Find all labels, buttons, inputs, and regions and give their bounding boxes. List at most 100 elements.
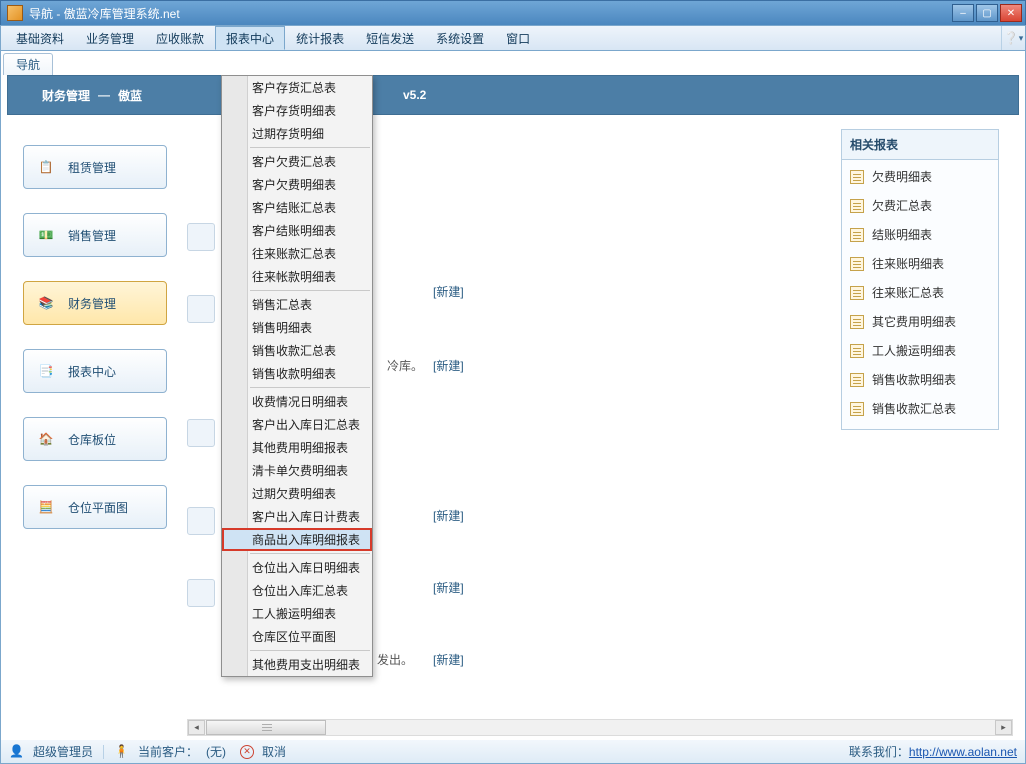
dropdown-item[interactable]: 仓位出入库日明细表 [222, 556, 372, 579]
nav-label: 销售管理 [68, 227, 116, 244]
tabstrip: 导航 [0, 51, 1026, 75]
new-link[interactable]: [新建] [433, 357, 464, 374]
window-title: 导航 - 傲蓝冷库管理系统.net [29, 5, 952, 22]
dropdown-item[interactable]: 收费情况日明细表 [222, 390, 372, 413]
dropdown-item[interactable]: 客户出入库日计费表 [222, 505, 372, 528]
clipboard-icon: 📋 [34, 155, 58, 179]
nav-floor-plan[interactable]: 🧮仓位平面图 [23, 485, 167, 529]
document-icon [850, 315, 864, 329]
nav-finance-mgmt[interactable]: 📚财务管理 [23, 281, 167, 325]
scroll-right-button[interactable]: ▸ [995, 720, 1012, 735]
dropdown-item[interactable]: 工人搬运明细表 [222, 602, 372, 625]
dropdown-separator [250, 650, 370, 651]
dropdown-item[interactable]: 仓库区位平面图 [222, 625, 372, 648]
document-icon [850, 402, 864, 416]
row-icon [187, 295, 215, 323]
related-report-label: 往来账汇总表 [872, 284, 944, 301]
dropdown-item[interactable]: 过期存货明细 [222, 122, 372, 145]
related-report-item[interactable]: 工人搬运明细表 [850, 342, 990, 359]
nav-rental-mgmt[interactable]: 📋 租赁管理 [23, 145, 167, 189]
grid-icon: 🧮 [34, 495, 58, 519]
new-link[interactable]: [新建] [433, 283, 464, 300]
row-icon [187, 507, 215, 535]
menu-sms[interactable]: 短信发送 [355, 26, 425, 50]
cancel-icon[interactable]: ✕ [240, 745, 254, 759]
row-icon [187, 223, 215, 251]
contact-area: 联系我们：http://www.aolan.net [849, 743, 1017, 760]
document-icon [850, 373, 864, 387]
dropdown-item[interactable]: 销售汇总表 [222, 293, 372, 316]
new-link[interactable]: [新建] [433, 651, 464, 668]
nav-warehouse-slot[interactable]: 🏠仓库板位 [23, 417, 167, 461]
dropdown-item[interactable]: 客户欠费汇总表 [222, 150, 372, 173]
related-report-label: 工人搬运明细表 [872, 342, 956, 359]
dropdown-item[interactable]: 商品出入库明细报表 [222, 528, 372, 551]
related-report-item[interactable]: 往来账汇总表 [850, 284, 990, 301]
scroll-left-button[interactable]: ◂ [188, 720, 205, 735]
dropdown-item[interactable]: 销售收款明细表 [222, 362, 372, 385]
dropdown-item[interactable]: 其他费用明细报表 [222, 436, 372, 459]
related-reports-title: 相关报表 [842, 130, 998, 160]
dropdown-item[interactable]: 客户结账汇总表 [222, 196, 372, 219]
dropdown-item[interactable]: 仓位出入库汇总表 [222, 579, 372, 602]
nav-sales-mgmt[interactable]: 💵销售管理 [23, 213, 167, 257]
dropdown-item[interactable]: 客户存货汇总表 [222, 76, 372, 99]
menu-report-center[interactable]: 报表中心 [215, 26, 285, 50]
related-report-label: 其它费用明细表 [872, 313, 956, 330]
statusbar: 👤 超级管理员 🧍 当前客户： (无) ✕ 取消 联系我们：http://www… [0, 740, 1026, 764]
related-report-item[interactable]: 其它费用明细表 [850, 313, 990, 330]
new-link[interactable]: [新建] [433, 507, 464, 524]
related-report-item[interactable]: 销售收款汇总表 [850, 400, 990, 417]
contact-label: 联系我们： [849, 745, 909, 759]
menu-business[interactable]: 业务管理 [75, 26, 145, 50]
maximize-button[interactable]: ▢ [976, 4, 998, 22]
new-link[interactable]: [新建] [433, 579, 464, 596]
document-icon [850, 228, 864, 242]
window-buttons: – ▢ ✕ [952, 4, 1022, 22]
cancel-label[interactable]: 取消 [262, 743, 286, 760]
related-report-item[interactable]: 往来账明细表 [850, 255, 990, 272]
app-suite: 傲蓝 [118, 87, 142, 104]
nav-report-center[interactable]: 📑报表中心 [23, 349, 167, 393]
dropdown-item[interactable]: 过期欠费明细表 [222, 482, 372, 505]
dropdown-item[interactable]: 销售明细表 [222, 316, 372, 339]
dropdown-item[interactable]: 往来账款汇总表 [222, 242, 372, 265]
related-report-item[interactable]: 欠费明细表 [850, 168, 990, 185]
tab-nav[interactable]: 导航 [3, 53, 53, 75]
dropdown-separator [250, 147, 370, 148]
related-report-item[interactable]: 结账明细表 [850, 226, 990, 243]
nav-label: 报表中心 [68, 363, 116, 380]
report-dropdown: 客户存货汇总表客户存货明细表过期存货明细客户欠费汇总表客户欠费明细表客户结账汇总… [221, 75, 373, 677]
books-icon: 📚 [34, 291, 58, 315]
menu-basic-data[interactable]: 基础资料 [5, 26, 75, 50]
menu-receivables[interactable]: 应收账款 [145, 26, 215, 50]
page-title: 财务管理 [42, 87, 90, 104]
related-report-label: 往来账明细表 [872, 255, 944, 272]
dropdown-item[interactable]: 客户欠费明细表 [222, 173, 372, 196]
dropdown-item[interactable]: 往来帐款明细表 [222, 265, 372, 288]
row-text: 发出。 [377, 651, 413, 668]
menu-window[interactable]: 窗口 [495, 26, 541, 50]
menu-system-settings[interactable]: 系统设置 [425, 26, 495, 50]
dropdown-item[interactable]: 客户出入库日汇总表 [222, 413, 372, 436]
related-report-label: 欠费明细表 [872, 168, 932, 185]
dropdown-item[interactable]: 客户存货明细表 [222, 99, 372, 122]
horizontal-scrollbar[interactable]: ◂ ▸ [187, 719, 1013, 736]
close-button[interactable]: ✕ [1000, 4, 1022, 22]
dropdown-item[interactable]: 清卡单欠费明细表 [222, 459, 372, 482]
scroll-thumb[interactable] [206, 720, 326, 735]
contact-link[interactable]: http://www.aolan.net [909, 745, 1017, 759]
menu-help[interactable]: ❔▾ [1001, 26, 1025, 50]
minimize-button[interactable]: – [952, 4, 974, 22]
dropdown-item[interactable]: 其他费用支出明细表 [222, 653, 372, 676]
house-icon: 🏠 [34, 427, 58, 451]
document-icon [850, 286, 864, 300]
related-report-item[interactable]: 欠费汇总表 [850, 197, 990, 214]
nav-label: 租赁管理 [68, 159, 116, 176]
dropdown-item[interactable]: 销售收款汇总表 [222, 339, 372, 362]
menu-stats-report[interactable]: 统计报表 [285, 26, 355, 50]
related-report-item[interactable]: 销售收款明细表 [850, 371, 990, 388]
dropdown-item[interactable]: 客户结账明细表 [222, 219, 372, 242]
dropdown-separator [250, 290, 370, 291]
related-report-label: 结账明细表 [872, 226, 932, 243]
